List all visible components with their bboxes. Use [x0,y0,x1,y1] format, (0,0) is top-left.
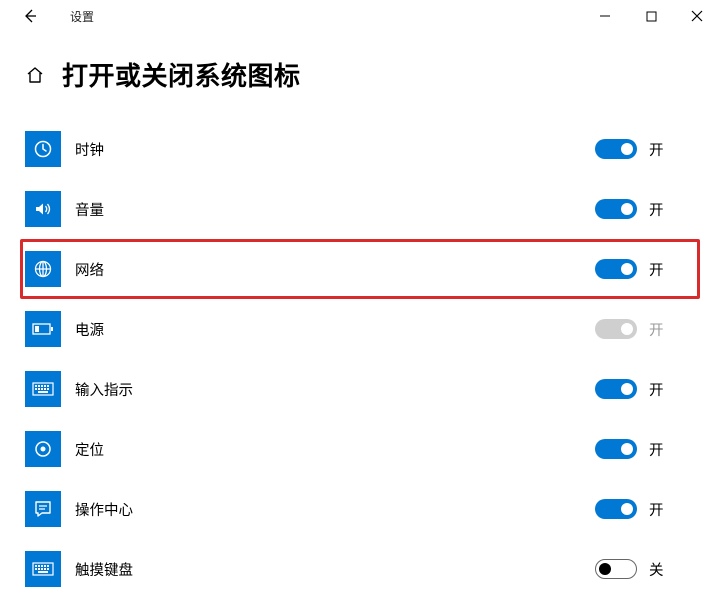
action-center-toggle[interactable] [595,499,637,519]
page-header: 打开或关闭系统图标 [0,32,720,101]
action-center-icon [33,499,53,519]
globe-icon [33,259,53,279]
minimize-icon [599,10,611,22]
touch-keyboard-tile [25,551,61,587]
row-network: 网络 开 [20,239,700,299]
home-button[interactable] [24,64,46,86]
row-power: 电源 开 [20,299,700,359]
close-button[interactable] [674,0,720,32]
state-label: 开 [649,439,673,460]
toggle-wrap: 开 [595,199,695,220]
row-volume: 音量 开 [20,179,700,239]
toggle-wrap: 开 [595,319,695,340]
toggle-wrap: 关 [595,559,695,580]
toggle-wrap: 开 [595,439,695,460]
row-clock: 时钟 开 [20,119,700,179]
home-icon [25,65,45,85]
network-toggle[interactable] [595,259,637,279]
system-icons-list: 时钟 开 音量 开 网络 开 电源 [0,101,720,599]
row-label: 触摸键盘 [75,559,133,580]
input-toggle[interactable] [595,379,637,399]
state-label: 开 [649,199,673,220]
location-tile [25,431,61,467]
maximize-icon [646,11,657,22]
state-label: 开 [649,319,673,340]
row-label: 时钟 [75,139,104,160]
arrow-left-icon [22,8,38,24]
row-action-center: 操作中心 开 [20,479,700,539]
row-label: 网络 [75,259,104,280]
clock-tile [25,131,61,167]
volume-tile [25,191,61,227]
row-label: 电源 [75,319,104,340]
power-toggle [595,319,637,339]
toggle-wrap: 开 [595,139,695,160]
minimize-button[interactable] [582,0,628,32]
maximize-button[interactable] [628,0,674,32]
state-label: 开 [649,259,673,280]
row-label: 操作中心 [75,499,133,520]
back-button[interactable] [18,4,42,28]
volume-icon [33,199,53,219]
row-touch-keyboard: 触摸键盘 关 [20,539,700,599]
state-label: 开 [649,499,673,520]
clock-icon [33,139,53,159]
battery-icon [32,322,54,336]
state-label: 关 [649,559,673,580]
row-label: 音量 [75,199,104,220]
row-location: 定位 开 [20,419,700,479]
row-label: 输入指示 [75,379,133,400]
close-icon [691,10,703,22]
keyboard-icon [32,382,54,396]
row-label: 定位 [75,439,104,460]
location-icon [33,439,53,459]
state-label: 开 [649,139,673,160]
action-center-tile [25,491,61,527]
input-tile [25,371,61,407]
toggle-wrap: 开 [595,259,695,280]
title-bar: 设置 [0,0,720,32]
toggle-wrap: 开 [595,499,695,520]
clock-toggle[interactable] [595,139,637,159]
power-tile [25,311,61,347]
touch-keyboard-toggle[interactable] [595,559,637,579]
title-bar-left: 设置 [0,4,94,28]
location-toggle[interactable] [595,439,637,459]
window-controls [582,0,720,32]
toggle-wrap: 开 [595,379,695,400]
row-input: 输入指示 开 [20,359,700,419]
touch-keyboard-icon [32,562,54,576]
app-title: 设置 [70,8,94,25]
network-tile [25,251,61,287]
state-label: 开 [649,379,673,400]
volume-toggle[interactable] [595,199,637,219]
page-title: 打开或关闭系统图标 [62,56,301,93]
